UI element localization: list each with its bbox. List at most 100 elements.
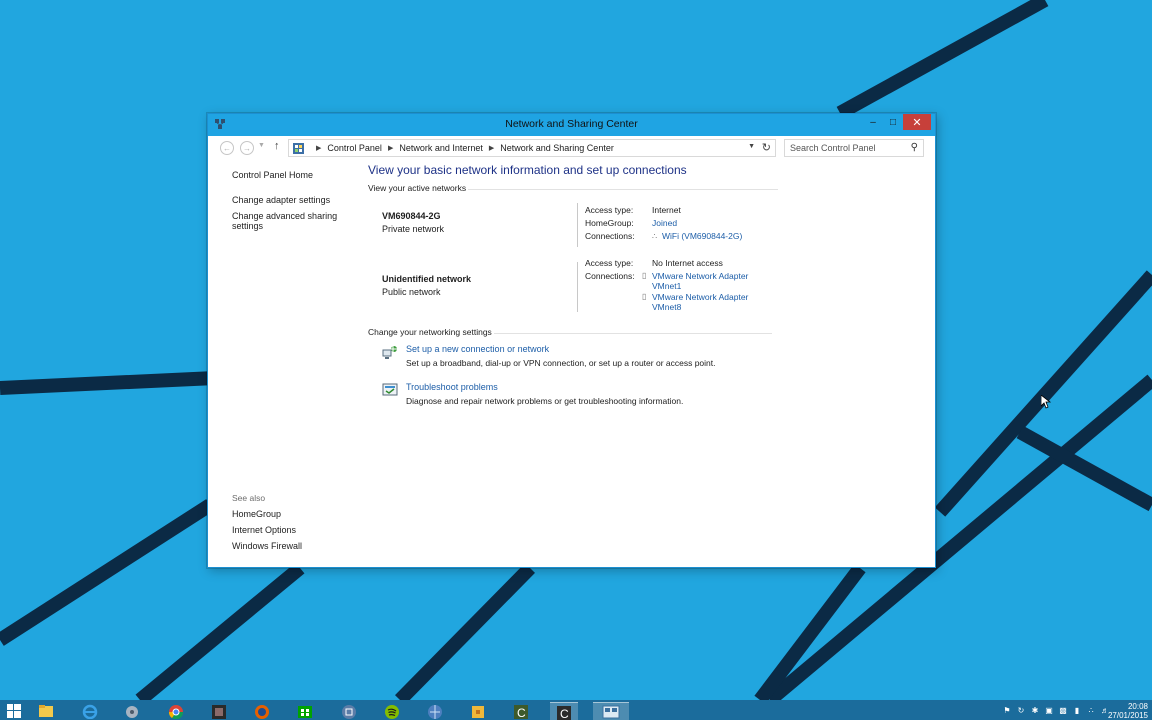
wifi-connection-text: WiFi (VM690844-2G): [662, 231, 743, 241]
media-app-taskbar-button[interactable]: [118, 702, 146, 720]
breadcrumb-network-sharing-center[interactable]: Network and Sharing Center: [500, 143, 614, 153]
ethernet-adapter-icon: ▯: [642, 292, 647, 301]
forward-button[interactable]: →: [240, 141, 254, 155]
main-content: View your basic network information and …: [368, 163, 778, 194]
network-name: Unidentified network: [382, 274, 472, 284]
globe-taskbar-button[interactable]: [421, 702, 449, 720]
tray-display-icon[interactable]: ▩: [1058, 706, 1068, 716]
vmnet1-adapter-link[interactable]: ▯ VMware Network Adapter VMnet1: [642, 271, 772, 291]
minimize-button[interactable]: –: [863, 114, 883, 130]
search-control-panel-input[interactable]: Search Control Panel ⚲: [784, 139, 924, 157]
internet-explorer-icon: [82, 704, 98, 719]
page-heading: View your basic network information and …: [368, 163, 687, 177]
arrow-left-icon: ←: [223, 143, 231, 153]
camtasia-studio-icon: C: [557, 705, 571, 720]
start-button[interactable]: [0, 702, 28, 720]
tray-wifi-icon[interactable]: ∴: [1086, 706, 1096, 716]
window-title: Network and Sharing Center: [505, 118, 638, 130]
maximize-button[interactable]: □: [883, 114, 903, 130]
homegroup-label: HomeGroup:: [585, 218, 634, 228]
address-dropdown-chevron-icon[interactable]: ▼: [748, 143, 755, 150]
chrome-taskbar-button[interactable]: [162, 702, 190, 720]
homegroup-joined-link[interactable]: Joined: [652, 218, 677, 228]
network-properties: Access type: No Internet access Connectio…: [585, 258, 785, 312]
arrow-right-icon: →: [243, 143, 251, 153]
close-button[interactable]: ✕: [903, 114, 931, 130]
spotify-icon: [385, 705, 399, 719]
spotify-taskbar-button[interactable]: [378, 702, 406, 720]
camtasia-studio-taskbar-button[interactable]: C: [550, 702, 578, 720]
vmware-taskbar-button[interactable]: [335, 702, 363, 720]
tray-app-icon[interactable]: ▣: [1044, 706, 1054, 716]
change-adapter-settings-link[interactable]: Change adapter settings: [232, 195, 352, 205]
up-arrow-icon[interactable]: ↑: [274, 140, 280, 152]
clock-time: 20:08: [1127, 702, 1148, 711]
puzzle-taskbar-button[interactable]: [464, 702, 492, 720]
taskbar-clock[interactable]: 20:08 27/01/2015: [1108, 702, 1148, 720]
vmware-icon: [342, 705, 356, 719]
svg-text:C: C: [517, 706, 526, 719]
internet-explorer-taskbar-button[interactable]: [76, 702, 104, 720]
back-button[interactable]: ←: [220, 141, 234, 155]
refresh-icon[interactable]: ↻: [762, 141, 771, 154]
network-type[interactable]: Private network: [382, 224, 444, 234]
file-explorer-taskbar-button[interactable]: [32, 702, 60, 720]
internet-options-link[interactable]: Internet Options: [232, 525, 352, 535]
connections-label: Connections:: [585, 271, 635, 281]
access-type-value: No Internet access: [652, 258, 723, 268]
homegroup-link[interactable]: HomeGroup: [232, 509, 352, 519]
store-taskbar-button[interactable]: [291, 702, 319, 720]
game-taskbar-button[interactable]: [205, 702, 233, 720]
svg-text:C: C: [560, 707, 569, 720]
see-also-heading: See also: [232, 493, 266, 503]
close-icon: ✕: [912, 116, 922, 129]
breadcrumb-network-internet[interactable]: Network and Internet: [399, 143, 483, 153]
active-networks-heading-text: View your active networks: [368, 183, 467, 193]
clock-date: 27/01/2015: [1107, 711, 1148, 720]
title-bar[interactable]: Network and Sharing Center – □ ✕: [208, 114, 935, 136]
access-type-label: Access type:: [585, 205, 634, 215]
tray-bluetooth-icon[interactable]: ✱: [1030, 706, 1040, 716]
network-name: VM690844-2G: [382, 211, 441, 221]
network-properties: Access type: Internet HomeGroup: Joined Co…: [585, 205, 785, 244]
firefox-taskbar-button[interactable]: [248, 702, 276, 720]
address-bar[interactable]: ▶ Control Panel ▶ Network and Internet ▶…: [288, 139, 776, 157]
globe-icon: [428, 705, 442, 719]
see-also-section: See also HomeGroup Internet Options Wind…: [232, 493, 352, 557]
wifi-connection-link[interactable]: ∴ WiFi (VM690844-2G): [652, 231, 742, 241]
troubleshoot-problems-link[interactable]: Troubleshoot problems: [406, 382, 498, 392]
setup-new-connection-link[interactable]: Set up a new connection or network: [406, 344, 549, 354]
control-panel-taskbar-button[interactable]: [593, 702, 629, 720]
tray-battery-icon[interactable]: ▮: [1072, 706, 1082, 716]
breadcrumb-separator-icon[interactable]: ▶: [489, 144, 494, 152]
mouse-cursor-icon: [1041, 395, 1051, 409]
folder-icon: [39, 705, 53, 717]
tray-update-icon[interactable]: ↻: [1016, 706, 1026, 716]
chrome-icon: [168, 705, 184, 719]
control-panel-home-link[interactable]: Control Panel Home: [232, 170, 352, 180]
game-icon: [212, 705, 226, 719]
active-networks-heading: View your active networks: [368, 183, 778, 194]
search-icon[interactable]: ⚲: [911, 142, 918, 153]
breadcrumb-separator-icon[interactable]: ▶: [388, 144, 393, 152]
change-settings-heading: Change your networking settings: [368, 327, 772, 338]
tray-flag-icon[interactable]: ⚑: [1002, 706, 1012, 716]
store-icon: [298, 706, 312, 718]
section-divider: [494, 333, 772, 334]
change-settings-heading-text: Change your networking settings: [368, 327, 492, 337]
recent-locations-chevron-icon[interactable]: ▼: [258, 142, 265, 149]
camtasia-recorder-taskbar-button[interactable]: C: [507, 702, 535, 720]
vmnet1-adapter-text: VMware Network Adapter VMnet1: [652, 271, 749, 291]
adapter-list: ▯ VMware Network Adapter VMnet1 ▯ VMware N…: [642, 271, 772, 313]
change-advanced-sharing-settings-link[interactable]: Change advanced sharing settings: [232, 211, 352, 231]
vmnet8-adapter-link[interactable]: ▯ VMware Network Adapter VMnet8: [642, 292, 772, 312]
access-type-value: Internet: [652, 205, 681, 215]
breadcrumb-control-panel[interactable]: Control Panel: [327, 143, 382, 153]
taskbar: C C ⚑ ↻ ✱ ▣ ▩ ▮ ∴ ♬ 20:08 27/01/2015: [0, 700, 1152, 720]
camtasia-recorder-icon: C: [514, 705, 528, 719]
breadcrumb-separator-icon[interactable]: ▶: [316, 144, 321, 152]
system-tray: ⚑ ↻ ✱ ▣ ▩ ▮ ∴ ♬: [1002, 704, 1110, 718]
network-card-wifi: VM690844-2G Private network Access type:…: [382, 203, 772, 257]
ethernet-adapter-icon: ▯: [642, 271, 647, 280]
windows-firewall-link[interactable]: Windows Firewall: [232, 541, 352, 551]
